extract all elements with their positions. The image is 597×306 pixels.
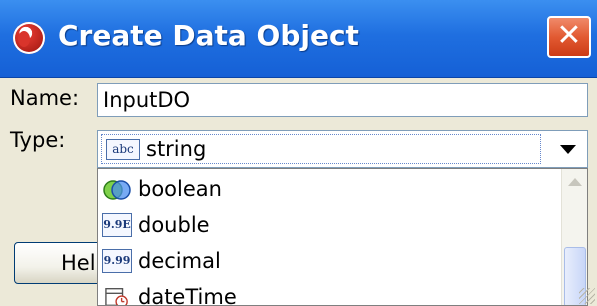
type-dropdown[interactable]: abc string	[97, 130, 588, 168]
vertical-scrollbar[interactable]	[561, 169, 587, 305]
boolean-icon	[103, 180, 131, 200]
create-data-object-dialog: Create Data Object ✕ Name: InputDO Type:…	[0, 0, 597, 306]
name-label: Name:	[10, 86, 80, 110]
string-type-icon: abc	[106, 139, 140, 160]
option-double[interactable]: 9.9E double	[98, 207, 558, 243]
datetime-icon	[105, 288, 128, 305]
name-input[interactable]: InputDO	[97, 83, 588, 117]
dialog-title: Create Data Object	[58, 19, 359, 52]
type-selected-value: string	[146, 137, 207, 161]
option-label: double	[138, 213, 210, 237]
app-logo-icon	[13, 22, 45, 54]
option-datetime[interactable]: dateTime	[98, 279, 558, 306]
type-label: Type:	[10, 128, 66, 152]
option-decimal[interactable]: 9.99 decimal	[98, 243, 558, 279]
chevron-down-icon[interactable]	[560, 145, 576, 154]
option-label: decimal	[138, 249, 221, 273]
close-button[interactable]: ✕	[547, 16, 591, 58]
double-type-icon: 9.9E	[102, 213, 132, 237]
decimal-type-icon: 9.99	[102, 249, 132, 273]
scroll-up-arrow-icon[interactable]	[563, 170, 586, 194]
resize-grip-icon[interactable]	[579, 288, 595, 304]
option-label: dateTime	[138, 285, 237, 306]
type-options-list[interactable]: boolean 9.9E double 9.99 decimal dateTim…	[97, 168, 588, 306]
option-label: boolean	[138, 177, 222, 201]
title-bar[interactable]: Create Data Object ✕	[0, 0, 597, 78]
option-boolean[interactable]: boolean	[98, 171, 558, 207]
